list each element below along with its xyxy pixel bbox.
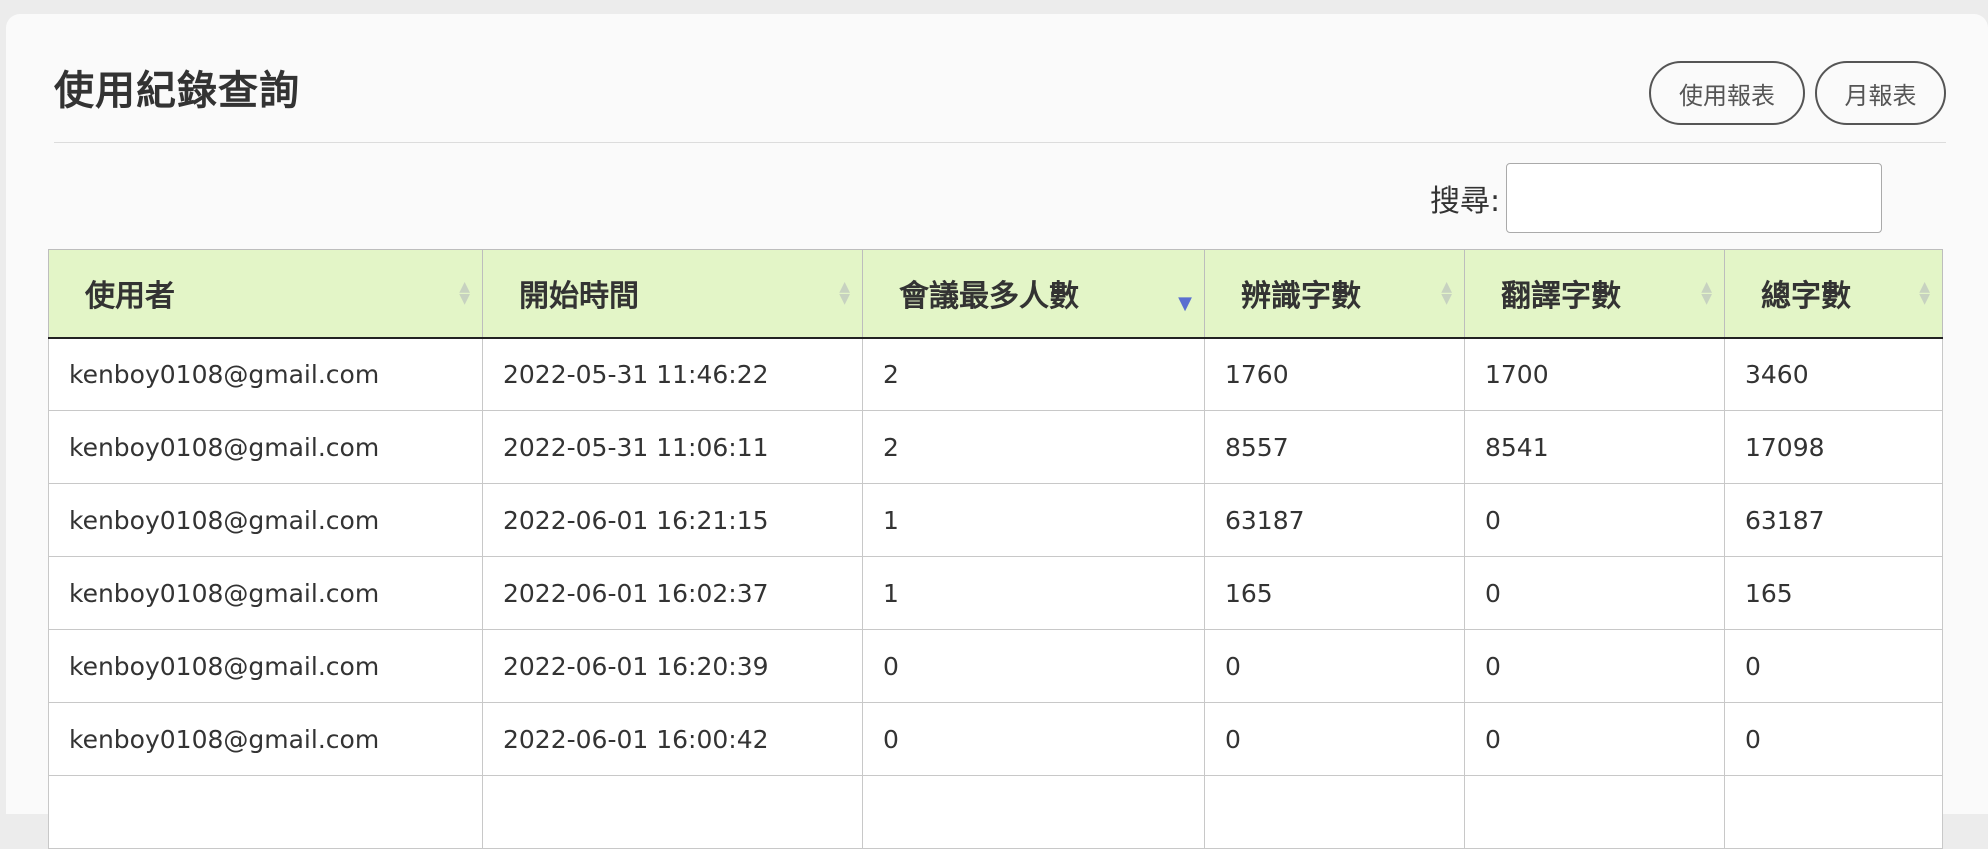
usage-records-table: 使用者 ▲ ▼ 開始時間 ▲ ▼ 會議最多人數 ▼ 辨識字數 ▲ ▼ 翻譯字數 ▲ ▼ …	[48, 249, 1943, 849]
cell-total-chars: 0	[1724, 629, 1943, 703]
sort-both-icon: ▲ ▼	[839, 279, 850, 308]
cell-translated-chars: 0	[1464, 556, 1725, 630]
column-header-label: 總字數	[1761, 279, 1851, 315]
sort-both-icon: ▲ ▼	[1919, 279, 1930, 308]
cell-max-participants: 0	[862, 702, 1205, 776]
cell-total-chars: 17098	[1724, 410, 1943, 484]
cell-max-participants: 1	[862, 556, 1205, 630]
cell-user: kenboy0108@gmail.com	[48, 702, 483, 776]
sort-both-icon: ▲ ▼	[1701, 279, 1712, 308]
cell-translated-chars: 0	[1464, 483, 1725, 557]
cell-total-chars: 0	[1724, 702, 1943, 776]
cell-max-participants: 0	[862, 629, 1205, 703]
cell-user: kenboy0108@gmail.com	[48, 556, 483, 630]
cell-translated-chars: 1700	[1464, 337, 1725, 411]
column-header-label: 辨識字數	[1241, 279, 1361, 315]
cell-max-participants: 1	[862, 483, 1205, 557]
cell-recognized-chars: 0	[1204, 702, 1465, 776]
search-box: 搜尋:	[1430, 162, 1883, 234]
cell-recognized-chars: 8557	[1204, 410, 1465, 484]
cell-total-chars: 165	[1724, 556, 1943, 630]
sort-both-icon: ▲ ▼	[459, 279, 470, 308]
cell-user: kenboy0108@gmail.com	[48, 337, 483, 411]
cell-start-time	[482, 775, 863, 849]
table-header-row: 使用者 ▲ ▼ 開始時間 ▲ ▼ 會議最多人數 ▼ 辨識字數 ▲ ▼ 翻譯字數 ▲ ▼ …	[48, 249, 1943, 339]
cell-user: kenboy0108@gmail.com	[48, 410, 483, 484]
cell-max-participants	[862, 775, 1205, 849]
table-row: kenboy0108@gmail.com 2022-05-31 11:46:22…	[48, 337, 1943, 411]
usage-report-button[interactable]: 使用報表	[1649, 61, 1805, 125]
cell-user: kenboy0108@gmail.com	[48, 629, 483, 703]
cell-user	[48, 775, 483, 849]
cell-translated-chars	[1464, 775, 1725, 849]
cell-translated-chars: 0	[1464, 629, 1725, 703]
table-row: kenboy0108@gmail.com 2022-05-31 11:06:11…	[48, 410, 1943, 484]
table-row: kenboy0108@gmail.com 2022-06-01 16:00:42…	[48, 702, 1943, 776]
monthly-report-button[interactable]: 月報表	[1815, 61, 1946, 125]
column-header-recognized-chars[interactable]: 辨識字數 ▲ ▼	[1204, 249, 1465, 339]
cell-start-time: 2022-06-01 16:21:15	[482, 483, 863, 557]
column-header-start-time[interactable]: 開始時間 ▲ ▼	[482, 249, 863, 339]
column-header-label: 會議最多人數	[899, 279, 1079, 315]
cell-start-time: 2022-06-01 16:02:37	[482, 556, 863, 630]
page-title: 使用紀錄查詢	[54, 68, 300, 114]
cell-recognized-chars: 0	[1204, 629, 1465, 703]
cell-user: kenboy0108@gmail.com	[48, 483, 483, 557]
cell-recognized-chars: 63187	[1204, 483, 1465, 557]
column-header-label: 使用者	[85, 279, 175, 315]
search-label: 搜尋:	[1430, 184, 1501, 219]
table-row: kenboy0108@gmail.com 2022-06-01 16:20:39…	[48, 629, 1943, 703]
cell-start-time: 2022-05-31 11:46:22	[482, 337, 863, 411]
sort-desc-icon: ▼	[1178, 292, 1192, 314]
table-row: kenboy0108@gmail.com 2022-06-01 16:02:37…	[48, 556, 1943, 630]
page-header: 使用紀錄查詢 使用報表 月報表	[54, 14, 1946, 143]
column-header-label: 翻譯字數	[1501, 279, 1621, 315]
sort-both-icon: ▲ ▼	[1441, 279, 1452, 308]
table-row: kenboy0108@gmail.com 2022-06-01 16:21:15…	[48, 483, 1943, 557]
cell-translated-chars: 0	[1464, 702, 1725, 776]
column-header-user[interactable]: 使用者 ▲ ▼	[48, 249, 483, 339]
cell-max-participants: 2	[862, 410, 1205, 484]
cell-start-time: 2022-06-01 16:00:42	[482, 702, 863, 776]
table-row	[48, 775, 1943, 849]
cell-total-chars: 63187	[1724, 483, 1943, 557]
cell-recognized-chars: 1760	[1204, 337, 1465, 411]
cell-start-time: 2022-05-31 11:06:11	[482, 410, 863, 484]
column-header-label: 開始時間	[519, 279, 639, 315]
cell-max-participants: 2	[862, 337, 1205, 411]
cell-start-time: 2022-06-01 16:20:39	[482, 629, 863, 703]
column-header-translated-chars[interactable]: 翻譯字數 ▲ ▼	[1464, 249, 1725, 339]
column-header-total-chars[interactable]: 總字數 ▲ ▼	[1724, 249, 1943, 339]
cell-recognized-chars: 165	[1204, 556, 1465, 630]
cell-total-chars	[1724, 775, 1943, 849]
cell-translated-chars: 8541	[1464, 410, 1725, 484]
column-header-max-participants[interactable]: 會議最多人數 ▼	[862, 249, 1205, 339]
cell-total-chars: 3460	[1724, 337, 1943, 411]
search-input[interactable]	[1506, 163, 1883, 233]
cell-recognized-chars	[1204, 775, 1465, 849]
